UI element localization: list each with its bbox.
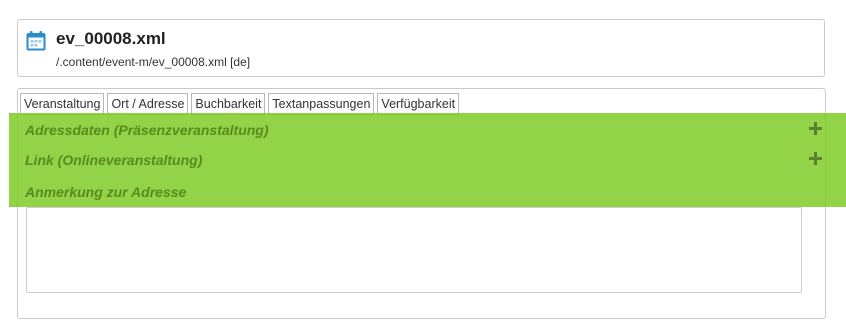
tab-veranstaltung[interactable]: Veranstaltung [20,93,105,115]
section-address-data[interactable]: Adressdaten (Präsenzveranstaltung) [25,120,269,140]
tab-textanpassungen[interactable]: Textanpassungen [268,93,375,115]
tab-verfuegbarkeit[interactable]: Verfügbarkeit [377,93,460,115]
tab-bar: Veranstaltung Ort / Adresse Buchbarkeit … [20,93,460,115]
tab-buchbarkeit[interactable]: Buchbarkeit [191,93,266,115]
section-online-link[interactable]: Link (Onlineveranstaltung) [25,150,202,170]
file-header: ev_00008.xml /.content/event-m/ev_00008.… [17,19,825,77]
highlight-overlay: Adressdaten (Präsenzveranstaltung) Link … [9,113,846,207]
address-note-textarea[interactable] [26,207,802,293]
section-address-note: Anmerkung zur Adresse [25,184,187,200]
file-title: ev_00008.xml [56,29,166,48]
file-path: /.content/event-m/ev_00008.xml [de] [56,55,251,69]
tab-ort-adresse[interactable]: Ort / Adresse [107,93,189,115]
plus-icon[interactable] [809,152,822,165]
plus-icon[interactable] [809,122,822,135]
calendar-icon [26,31,46,51]
